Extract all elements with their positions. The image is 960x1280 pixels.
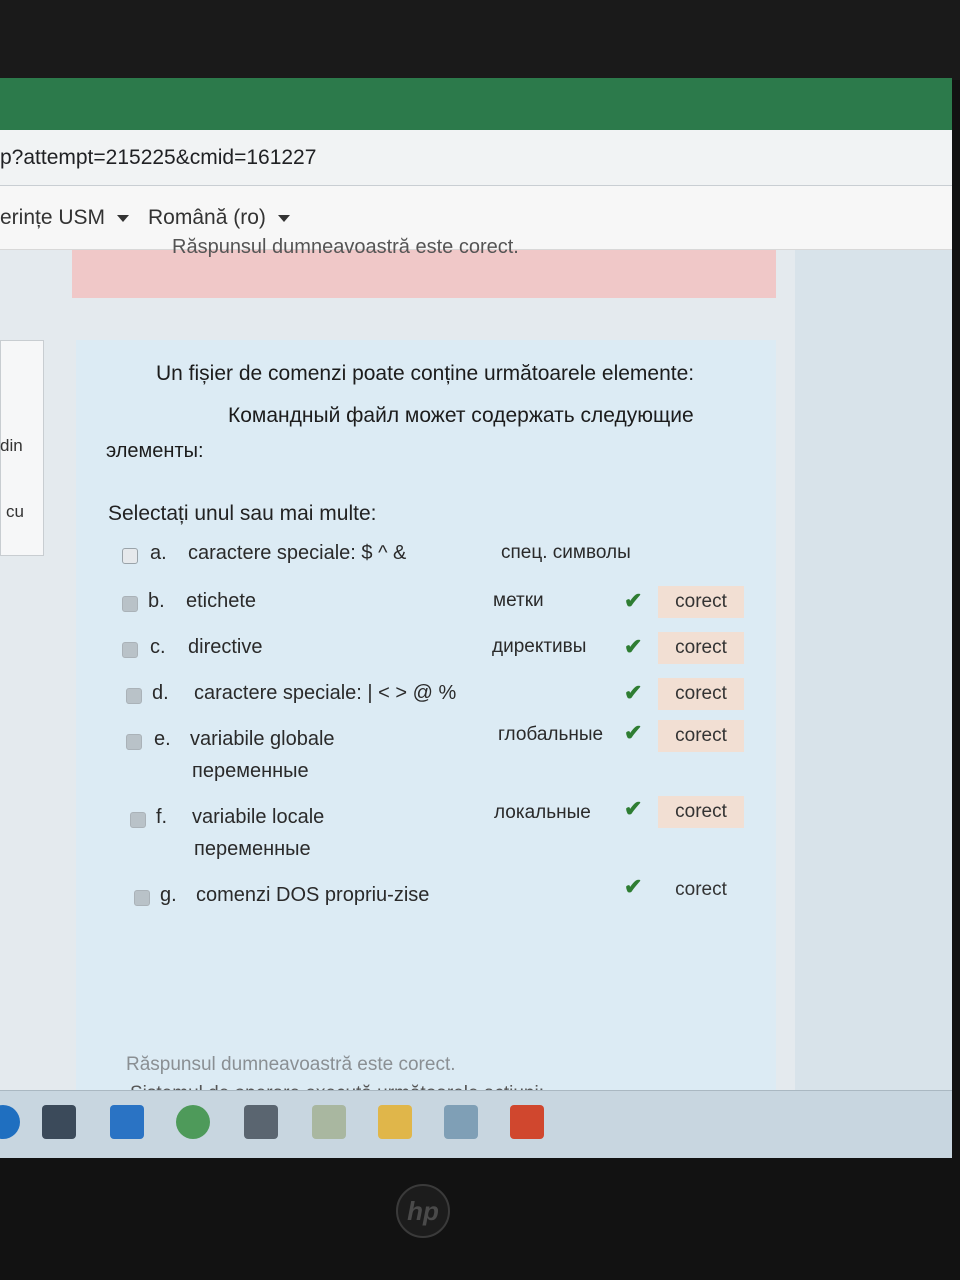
checkmark-icon: ✔ — [624, 680, 643, 705]
previous-question-feedback: Răspunsul dumneavoastră este corect. — [72, 236, 776, 298]
correct-badge: corect — [658, 586, 744, 618]
taskbar — [0, 1090, 952, 1158]
checkmark-icon: ✔ — [624, 588, 643, 613]
option-letter: a. — [150, 542, 167, 564]
answer-option-b[interactable]: b. etichete метки ✔ corect — [76, 586, 776, 630]
option-text: variabile locale — [192, 806, 325, 828]
mail-icon[interactable] — [110, 1105, 144, 1139]
option-letter: f. — [156, 806, 168, 828]
correct-badge: corect — [675, 879, 727, 900]
option-text: caractere speciale: | < > @ % — [194, 682, 457, 704]
powerpoint-icon[interactable] — [510, 1105, 544, 1139]
correct-badge: corect — [658, 632, 744, 664]
question-title-ru: Командный файл может содержать следующие — [228, 404, 694, 427]
option-checkbox[interactable] — [122, 642, 138, 658]
question-title-ru-cont: элементы: — [106, 440, 204, 462]
hp-logo: hp — [396, 1184, 450, 1238]
monitor-bezel-top — [0, 0, 960, 80]
start-icon[interactable] — [0, 1105, 20, 1139]
question-result-feedback: Răspunsul dumneavoastră este corect. — [126, 1054, 456, 1075]
address-bar[interactable]: p?attempt=215225&cmid=161227 — [0, 130, 952, 186]
nav-menu-usm[interactable]: erințe USM — [0, 206, 130, 230]
document-app-icon[interactable] — [444, 1105, 478, 1139]
language-menu[interactable]: Română (ro) — [148, 206, 290, 230]
option-checkbox[interactable] — [134, 890, 150, 906]
answer-option-c[interactable]: c. directive директивы ✔ corect — [76, 632, 776, 676]
option-letter: b. — [148, 590, 165, 612]
option-checkbox[interactable] — [130, 812, 146, 828]
option-letter: e. — [154, 728, 171, 750]
option-text: comenzi DOS propriu-zise — [196, 884, 430, 906]
language-menu-label: Română (ro) — [148, 206, 266, 229]
option-checkbox[interactable] — [122, 596, 138, 612]
nav-menu-usm-label: erințe USM — [0, 206, 106, 229]
option-letter: d. — [152, 682, 169, 704]
option-letter: c. — [150, 636, 166, 658]
question-box: Un fișier de comenzi poate conține următ… — [76, 340, 776, 1158]
answer-option-a[interactable]: a. caractere speciale: $ ^ & спец. симво… — [76, 542, 776, 582]
left-panel-text: cu — [6, 502, 24, 521]
option-annotation-ru: директивы — [492, 636, 587, 657]
address-url[interactable]: p?attempt=215225&cmid=161227 — [0, 146, 316, 170]
answer-option-e[interactable]: e. variabile globale переменные глобальн… — [76, 720, 776, 798]
file-explorer-icon[interactable] — [378, 1105, 412, 1139]
option-text: etichete — [186, 590, 257, 612]
option-annotation-ru: глобальные — [498, 724, 604, 745]
option-annotation-ru: локальные — [494, 802, 591, 823]
correct-badge: corect — [658, 678, 744, 710]
checkmark-icon: ✔ — [624, 720, 643, 745]
option-checkbox[interactable] — [122, 548, 138, 564]
option-text-sub: переменные — [194, 838, 311, 860]
chevron-down-icon — [277, 214, 290, 222]
right-column — [795, 250, 952, 1158]
option-checkbox[interactable] — [126, 734, 142, 750]
browser-icon[interactable] — [176, 1105, 210, 1139]
chart-app-icon[interactable] — [312, 1105, 346, 1139]
answer-option-d[interactable]: d. caractere speciale: | < > @ % ✔ corec… — [76, 678, 776, 722]
left-panel-text: din — [0, 436, 23, 455]
option-letter: g. — [160, 884, 177, 906]
store-icon[interactable] — [42, 1105, 76, 1139]
browser-tab-strip — [0, 78, 952, 130]
checkmark-icon: ✔ — [624, 796, 643, 821]
answer-option-f[interactable]: f. variabile locale переменные локальные… — [76, 796, 776, 876]
checkmark-icon: ✔ — [624, 634, 643, 659]
option-checkbox[interactable] — [126, 688, 142, 704]
option-text: variabile globale — [190, 728, 335, 750]
correct-badge: corect — [658, 796, 744, 828]
option-text-sub: переменные — [192, 760, 309, 782]
correct-badge: corect — [658, 720, 744, 752]
answer-option-g[interactable]: g. comenzi DOS propriu-zise ✔ corect — [76, 874, 776, 924]
option-annotation-ru: метки — [493, 590, 544, 611]
checkmark-icon: ✔ — [624, 874, 643, 899]
previous-feedback-text: Răspunsul dumneavoastră este corect. — [172, 236, 519, 258]
question-prompt: Selectați unul sau mai multe: — [108, 502, 377, 525]
app-cube-icon[interactable] — [244, 1105, 278, 1139]
option-text: caractere speciale: $ ^ & — [188, 542, 407, 564]
question-title: Un fișier de comenzi poate conține următ… — [156, 362, 695, 385]
chevron-down-icon — [117, 214, 130, 222]
option-text: directive — [188, 636, 263, 658]
screen: p?attempt=215225&cmid=161227 erințe USM … — [0, 78, 952, 1158]
option-annotation-ru: спец. символы — [501, 542, 631, 563]
